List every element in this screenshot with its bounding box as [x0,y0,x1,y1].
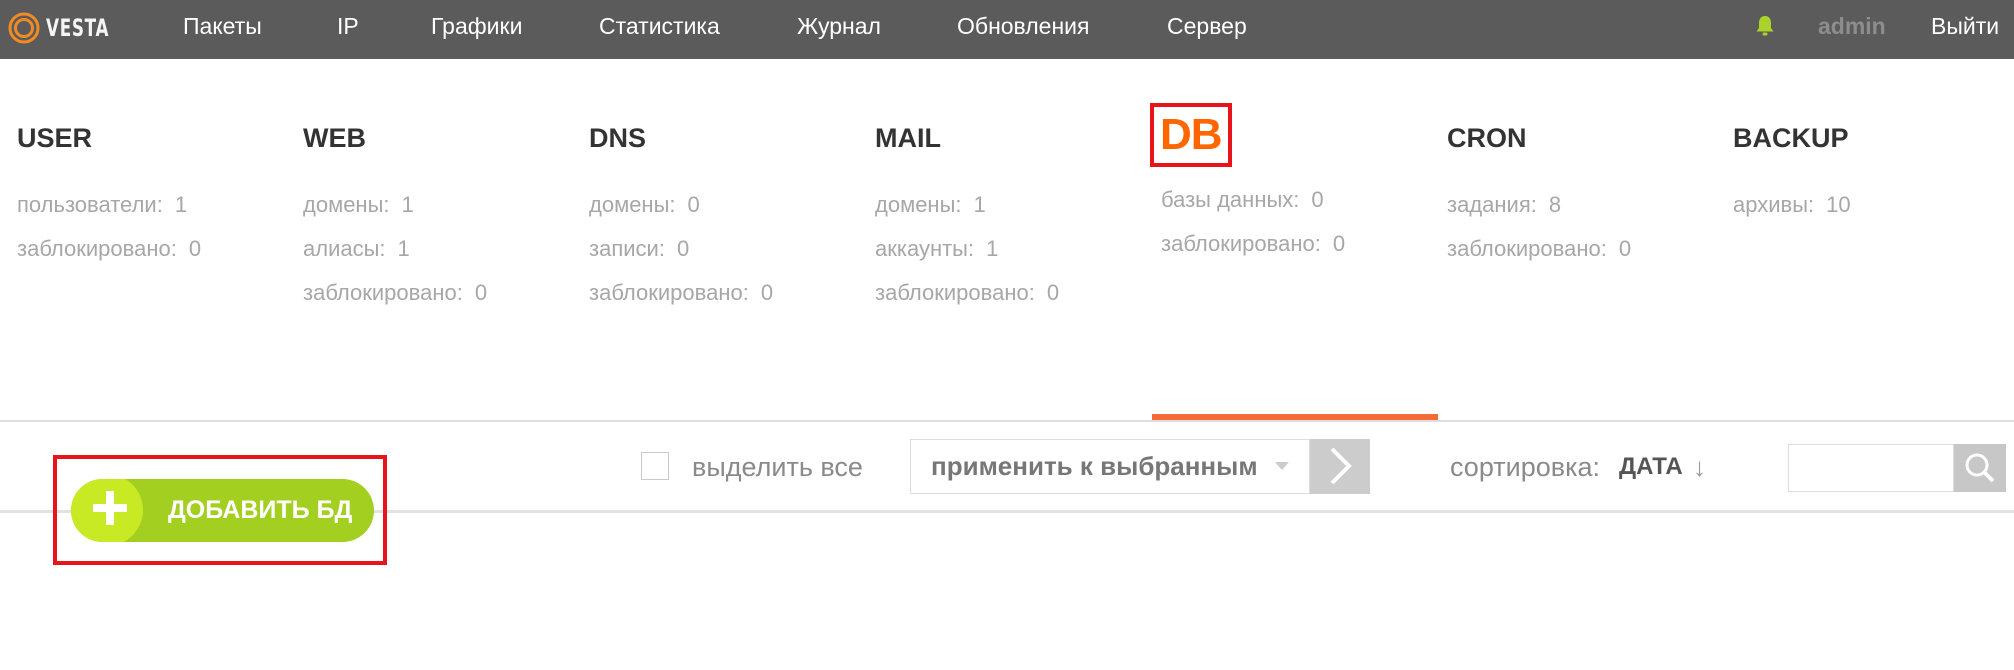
top-navigation-bar: VESTA Пакеты IP Графики Статистика Журна… [0,0,2014,59]
bulk-action-value: применить к выбранным [931,451,1258,481]
stat-row: архивы: 10 [1733,183,2013,227]
stat-value: 0 [1332,231,1346,256]
stat-row: базы данных: 0 [1161,178,1441,222]
nav-server[interactable]: Сервер [1167,0,1247,52]
stat-row: пользователи: 1 [17,183,297,227]
stat-row: задания: 8 [1447,183,1727,227]
stat-value: 0 [676,236,690,261]
stat-label: заблокировано: [1161,231,1321,256]
section-title-dns[interactable]: DNS [589,120,869,156]
nav-graphs[interactable]: Графики [431,0,522,52]
stat-row: заблокировано: 0 [1161,222,1441,266]
bulk-action-select[interactable]: применить к выбранным [910,439,1310,494]
section-mail: MAIL домены: 1 аккаунты: 1 заблокировано: 0 [875,120,1155,315]
select-all-label[interactable]: выделить все [692,448,863,486]
stat-row: заблокировано: 0 [875,271,1155,315]
dropdown-arrow-icon [1275,462,1289,470]
add-db-label: ДОБАВИТЬ БД [168,496,353,524]
nav-ip[interactable]: IP [337,0,359,52]
stat-label: алиасы: [303,236,386,261]
stat-label: записи: [589,236,665,261]
stat-row: записи: 0 [589,227,869,271]
stat-row: алиасы: 1 [303,227,583,271]
stat-label: заблокировано: [303,280,463,305]
stat-value: 0 [188,236,202,261]
stat-value: 0 [760,280,774,305]
vesta-logo[interactable]: VESTA [8,12,136,44]
stat-value: 1 [174,192,188,217]
stat-label: базы данных: [1161,187,1300,212]
stat-row: заблокировано: 0 [17,227,297,271]
section-dns: DNS домены: 0 записи: 0 заблокировано: 0 [589,120,869,315]
stat-label: заблокировано: [589,280,749,305]
stat-row: домены: 1 [875,183,1155,227]
stat-label: заблокировано: [17,236,177,261]
stat-value: 0 [687,192,700,217]
section-title-cron[interactable]: CRON [1447,120,1727,156]
bell-icon[interactable] [1755,15,1775,37]
stat-value: 1 [973,192,986,217]
stat-label: домены: [303,192,390,217]
stat-row: домены: 1 [303,183,583,227]
stat-value: 1 [397,236,410,261]
stat-label: аккаунты: [875,236,975,261]
section-db: DB базы данных: 0 заблокировано: 0 [1150,103,1441,266]
stat-value: 1 [401,192,414,217]
section-title-mail[interactable]: MAIL [875,120,1155,156]
section-backup: BACKUP архивы: 10 [1733,120,2013,227]
stat-label: пользователи: [17,192,163,217]
stat-label: заблокировано: [875,280,1035,305]
add-db-highlight: ДОБАВИТЬ БД [53,455,387,565]
stat-value: 10 [1826,192,1851,217]
section-title-user[interactable]: USER [17,120,297,156]
apply-button[interactable] [1310,439,1370,494]
logout-link[interactable]: Выйти [1931,0,1999,52]
search-input[interactable] [1788,444,1954,492]
stat-row: заблокировано: 0 [1447,227,1727,271]
stat-row: заблокировано: 0 [589,271,869,315]
divider [0,420,2014,422]
search-icon [1965,453,1995,483]
stat-row: домены: 0 [589,183,869,227]
section-user: USER пользователи: 1 заблокировано: 0 [17,120,297,271]
sort-value[interactable]: ДАТА [1619,448,1683,486]
select-all-checkbox[interactable] [641,452,669,480]
section-title-db[interactable]: DB [1150,103,1232,167]
stat-label: архивы: [1733,192,1815,217]
stat-label: домены: [589,192,676,217]
nav-statistics[interactable]: Статистика [599,0,720,52]
logo-text: VESTA [46,14,110,42]
stat-label: домены: [875,192,962,217]
section-web: WEB домены: 1 алиасы: 1 заблокировано: 0 [303,120,583,315]
sort-label: сортировка: [1450,452,1600,482]
stat-label: заблокировано: [1447,236,1607,261]
stat-value: 1 [986,236,999,261]
stat-value: 0 [1046,280,1060,305]
stat-row: аккаунты: 1 [875,227,1155,271]
nav-log[interactable]: Журнал [797,0,881,52]
section-cron: CRON задания: 8 заблокировано: 0 [1447,120,1727,271]
nav-packages[interactable]: Пакеты [183,0,262,52]
nav-updates[interactable]: Обновления [957,0,1089,52]
stat-value: 0 [1311,187,1324,212]
sort-direction-icon[interactable]: ↓ [1693,448,1706,486]
plus-icon [93,491,127,525]
add-db-button[interactable]: ДОБАВИТЬ БД [71,479,374,542]
user-link[interactable]: admin [1818,0,1886,52]
section-title-backup[interactable]: BACKUP [1733,120,2013,156]
stat-row: заблокировано: 0 [303,271,583,315]
stat-label: задания: [1447,192,1537,217]
vesta-logo-icon [8,12,40,44]
stat-value: 0 [474,280,488,305]
stat-value: 0 [1618,236,1632,261]
search-button[interactable] [1954,444,2006,492]
section-title-web[interactable]: WEB [303,120,583,156]
stat-value: 8 [1548,192,1562,217]
chevron-right-icon [1330,447,1352,485]
